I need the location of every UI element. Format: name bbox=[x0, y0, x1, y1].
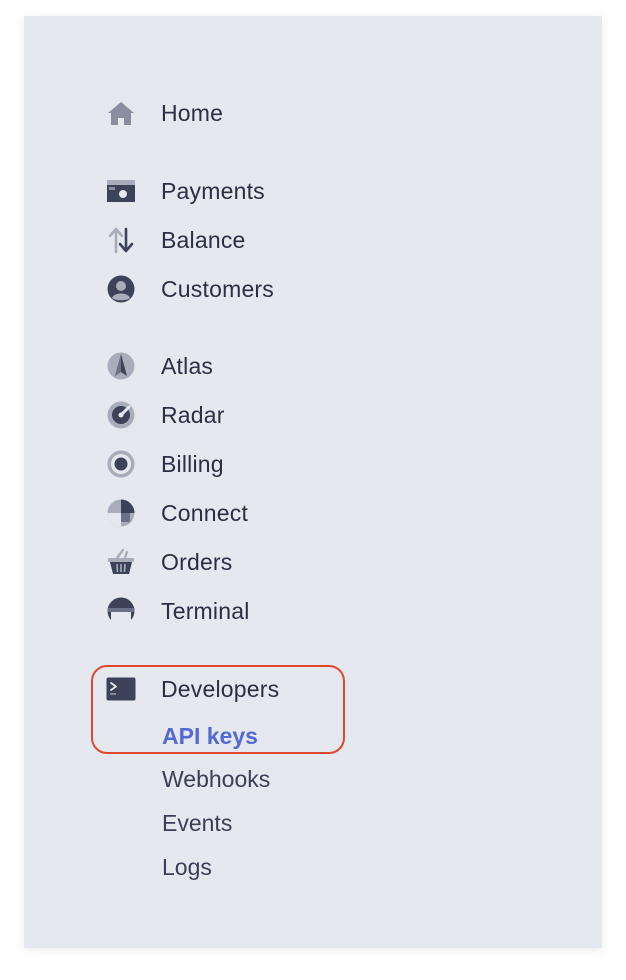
nav-item-label: Atlas bbox=[161, 352, 214, 379]
nav-item-label: Radar bbox=[161, 401, 225, 428]
nav-item-customers[interactable]: Customers bbox=[106, 272, 274, 306]
subnav-item-events[interactable]: Events bbox=[162, 806, 232, 840]
nav-item-payments[interactable]: Payments bbox=[106, 174, 265, 208]
atlas-icon bbox=[106, 351, 136, 381]
nav-item-label: Connect bbox=[161, 499, 249, 526]
nav-item-radar[interactable]: Radar bbox=[106, 398, 225, 432]
nav-item-atlas[interactable]: Atlas bbox=[106, 349, 213, 383]
balance-arrows-icon bbox=[106, 225, 136, 255]
home-icon bbox=[106, 98, 136, 128]
sidebar-panel bbox=[24, 16, 602, 948]
customer-avatar-icon bbox=[106, 274, 136, 304]
radar-icon bbox=[106, 400, 136, 430]
nav-item-label: Orders bbox=[161, 548, 233, 575]
connect-icon bbox=[106, 498, 136, 528]
nav-item-connect[interactable]: Connect bbox=[106, 496, 248, 530]
nav-item-label: Payments bbox=[161, 177, 265, 204]
nav-item-balance[interactable]: Balance bbox=[106, 223, 246, 257]
nav-item-home[interactable]: Home bbox=[106, 96, 223, 130]
payments-icon bbox=[106, 176, 136, 206]
subnav-item-logs[interactable]: Logs bbox=[162, 850, 212, 884]
nav-item-billing[interactable]: Billing bbox=[106, 447, 224, 481]
terminal-device-icon bbox=[106, 596, 136, 626]
basket-icon bbox=[106, 547, 136, 577]
nav-item-label: Terminal bbox=[161, 597, 250, 624]
nav-item-label: Home bbox=[161, 99, 224, 126]
billing-icon bbox=[106, 449, 136, 479]
highlight-outline bbox=[91, 665, 345, 754]
nav-item-label: Customers bbox=[161, 275, 274, 302]
nav-item-label: Balance bbox=[161, 226, 246, 253]
nav-item-terminal[interactable]: Terminal bbox=[106, 594, 250, 628]
subnav-item-webhooks[interactable]: Webhooks bbox=[162, 762, 270, 796]
nav-item-label: Billing bbox=[161, 450, 224, 477]
nav-item-orders[interactable]: Orders bbox=[106, 545, 233, 579]
